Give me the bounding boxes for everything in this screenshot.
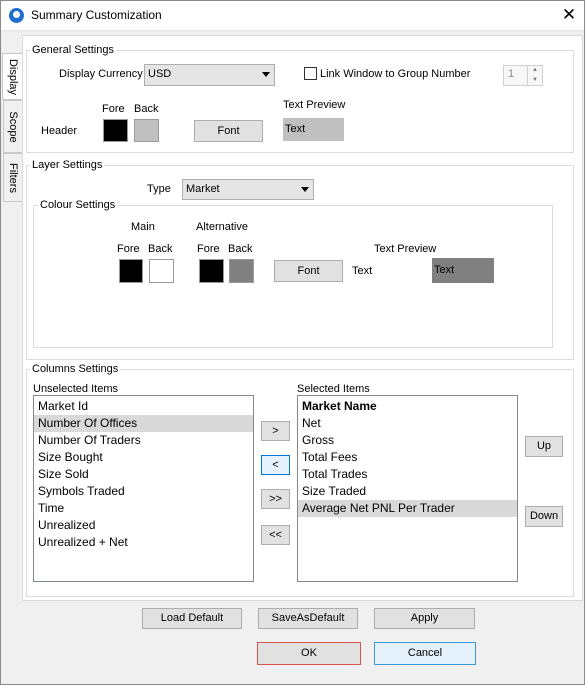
list-item[interactable]: Average Net PNL Per Trader [298,500,517,517]
header-back-label: Back [134,103,159,115]
alt-back-swatch[interactable] [229,259,254,283]
ok-button[interactable]: OK [257,642,361,665]
main-back-swatch[interactable] [149,259,174,283]
window-title: Summary Customization [31,8,162,22]
tab-display-label: Display [7,58,19,95]
link-window-checkbox[interactable] [304,67,317,80]
alternative-colour-label: Alternative [196,221,248,233]
layer-type-label: Type [147,183,171,195]
display-currency-label: Display Currency [59,68,143,80]
list-item[interactable]: Market Id [34,398,253,415]
display-currency-value: USD [148,68,172,80]
list-item[interactable]: Symbols Traded [34,483,253,500]
list-item[interactable]: Time [34,500,253,517]
add-item-button[interactable]: > [261,421,290,441]
layer-settings-title: Layer Settings [30,159,105,171]
remove-all-button[interactable]: << [261,525,290,545]
link-window-label[interactable]: Link Window to Group Number [320,68,470,80]
list-item[interactable]: Total Trades [298,466,517,483]
save-as-default-button[interactable]: SaveAsDefault [258,608,358,629]
unselected-items-list[interactable]: Market Id Number Of Offices Number Of Trad… [33,395,254,582]
list-item[interactable]: Unrealized + Net [34,534,253,551]
main-fore-label: Fore [117,243,140,255]
main-fore-swatch[interactable] [119,259,143,283]
list-item[interactable]: Size Bought [34,449,253,466]
header-back-swatch[interactable] [134,119,159,142]
cancel-button[interactable]: Cancel [374,642,476,665]
alt-fore-swatch[interactable] [199,259,224,283]
header-text-preview-label: Text Preview [283,99,346,111]
tab-scope-label: Scope [7,110,19,143]
layer-text-preview-label: Text Preview [374,243,437,255]
tab-display[interactable]: Display [2,53,23,100]
add-all-button[interactable]: >> [261,489,290,509]
layer-preview-alternative: Text [432,258,494,283]
list-item[interactable]: Size Traded [298,483,517,500]
tab-filters[interactable]: Filters [3,153,22,202]
chevron-down-icon [262,72,270,77]
colour-settings-title: Colour Settings [38,199,118,211]
header-text-preview: Text [283,118,344,141]
list-item[interactable]: Size Sold [34,466,253,483]
apply-button[interactable]: Apply [374,608,475,629]
selected-items-label: Selected Items [297,383,370,395]
selected-items-list[interactable]: Market Name Net Gross Total Fees Total Trade… [297,395,518,582]
stepper-down-icon[interactable]: ▼ [528,76,542,86]
list-item[interactable]: Number Of Traders [34,432,253,449]
layer-preview-main: Text [352,265,373,277]
list-item[interactable]: Unrealized [34,517,253,534]
header-font-button[interactable]: Font [194,120,263,142]
group-number-value: 1 [508,68,515,80]
display-currency-select[interactable]: USD [144,64,275,86]
columns-settings-title: Columns Settings [30,363,121,375]
list-item[interactable]: Number Of Offices [34,415,253,432]
list-item[interactable]: Gross [298,432,517,449]
load-default-button[interactable]: Load Default [142,608,242,629]
layer-font-button[interactable]: Font [274,260,343,282]
header-fore-swatch[interactable] [103,119,128,142]
move-down-button[interactable]: Down [525,506,563,527]
header-label: Header [41,125,78,137]
tab-filters-label: Filters [7,162,19,193]
header-fore-label: Fore [102,103,125,115]
tab-scope[interactable]: Scope [3,100,22,153]
remove-item-button[interactable]: < [261,455,290,475]
app-icon [9,8,24,23]
alt-back-label: Back [228,243,253,255]
stepper-buttons[interactable]: ▲ ▼ [527,66,542,85]
list-item[interactable]: Market Name [298,398,517,415]
layer-type-select[interactable]: Market [182,179,314,200]
chevron-down-icon [301,187,309,192]
group-number-stepper[interactable]: 1 ▲ ▼ [503,65,543,86]
list-item[interactable]: Total Fees [298,449,517,466]
move-up-button[interactable]: Up [525,436,563,457]
layer-type-value: Market [186,183,220,195]
general-settings-title: General Settings [30,44,116,56]
main-back-label: Back [148,243,173,255]
unselected-items-label: Unselected Items [33,383,118,395]
close-icon[interactable]: ✕ [558,4,580,26]
list-item[interactable]: Net [298,415,517,432]
main-colour-label: Main [131,221,155,233]
alt-fore-label: Fore [197,243,220,255]
stepper-up-icon[interactable]: ▲ [528,66,542,76]
